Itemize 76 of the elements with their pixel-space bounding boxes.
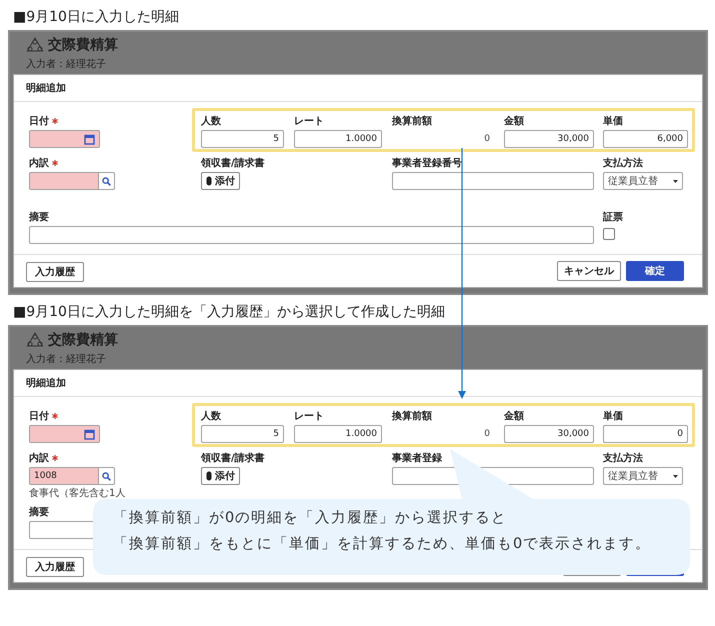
field-label: 事業者登録 (392, 452, 442, 464)
text-field[interactable] (29, 226, 594, 244)
number-field[interactable]: 30,000 (504, 130, 594, 148)
paperclip-icon (206, 176, 212, 186)
field-value: 0 (484, 134, 490, 144)
field-label: 内訳 (29, 452, 49, 464)
date-field[interactable] (29, 130, 100, 148)
required-icon (52, 160, 58, 166)
select-field[interactable]: 従業員立替 (603, 467, 683, 485)
paperclip-icon (206, 471, 212, 481)
lookup-field[interactable] (29, 172, 99, 190)
field-label: 単価 (603, 114, 623, 128)
field-label: レート (294, 114, 324, 128)
caret-icon (673, 180, 678, 182)
field-label: 単価 (603, 410, 623, 422)
logo-icon (26, 36, 44, 52)
caret-icon (673, 474, 678, 478)
field-label: 証票 (603, 210, 623, 224)
field-label: 金額 (504, 410, 524, 422)
field-label: 支払方法 (603, 156, 643, 170)
lookup-field[interactable]: 1008 (29, 467, 99, 485)
search-icon (102, 176, 111, 186)
number-field[interactable]: 1.0000 (294, 425, 382, 443)
dialog-title: 明細追加 (26, 376, 66, 390)
required-icon (52, 454, 58, 460)
calendar-icon (84, 134, 95, 144)
history-button[interactable]: 入力履歴 (26, 557, 84, 577)
field-label: レート (294, 410, 324, 422)
field-note: 食事代（客先含む1人 (29, 488, 126, 499)
required-icon (52, 118, 58, 124)
field-value: 0 (484, 429, 490, 439)
dialog-title: 明細追加 (26, 82, 66, 95)
required-icon (52, 412, 58, 418)
number-field[interactable]: 5 (201, 425, 284, 443)
checkbox[interactable] (603, 228, 615, 240)
attach-button[interactable]: 添付 (201, 467, 240, 485)
text-field[interactable] (29, 521, 95, 539)
text-field[interactable] (392, 172, 594, 190)
callout-text: 「換算前額」をもとに「単価」を計算するため、単価も0で表示されます。 (113, 534, 652, 554)
field-label: 人数 (201, 410, 221, 422)
section-heading: ■9月10日に入力した明細 (13, 9, 179, 25)
search-button[interactable] (99, 467, 115, 485)
number-field[interactable]: 0 (603, 425, 688, 443)
callout-text: 「換算前額」が0の明細を「入力履歴」から選択すると (113, 509, 508, 528)
history-button[interactable]: 入力履歴 (26, 262, 84, 282)
date-field[interactable] (29, 425, 100, 443)
field-label: 換算前額 (392, 114, 432, 128)
app-title: 交際費精算 (48, 36, 118, 54)
field-label: 領収書/請求書 (201, 156, 265, 170)
number-field[interactable]: 6,000 (603, 130, 688, 148)
author-text: 入力者：経理花子 (26, 352, 107, 366)
field-label: 日付 (29, 410, 49, 422)
author-text: 入力者：経理花子 (26, 58, 107, 70)
search-icon (102, 472, 111, 480)
field-label: 換算前額 (392, 410, 432, 422)
field-label: 摘要 (29, 505, 49, 518)
section-heading: ■9月10日に入力した明細を「入力履歴」から選択して作成した明細 (13, 304, 445, 320)
field-label: 事業者登録番号 (392, 156, 462, 170)
field-label: 摘要 (29, 210, 49, 224)
attach-button[interactable]: 添付 (201, 172, 240, 190)
field-label: 領収書/請求書 (201, 452, 265, 464)
calendar-icon (84, 428, 95, 440)
field-label: 金額 (504, 114, 524, 128)
logo-icon (26, 332, 44, 348)
confirm-button[interactable]: 確定 (626, 261, 684, 281)
app-title: 交際費精算 (48, 330, 118, 348)
cancel-button[interactable]: キャンセル (557, 261, 621, 281)
number-field[interactable]: 30,000 (504, 425, 594, 443)
field-label: 内訳 (29, 156, 49, 170)
number-field[interactable]: 1.0000 (294, 130, 382, 148)
field-label: 支払方法 (603, 451, 643, 464)
search-button[interactable] (99, 172, 115, 190)
field-label: 人数 (201, 114, 221, 128)
field-label: 日付 (29, 114, 49, 128)
select-field[interactable]: 従業員立替 (603, 172, 683, 190)
number-field[interactable]: 5 (201, 130, 284, 148)
